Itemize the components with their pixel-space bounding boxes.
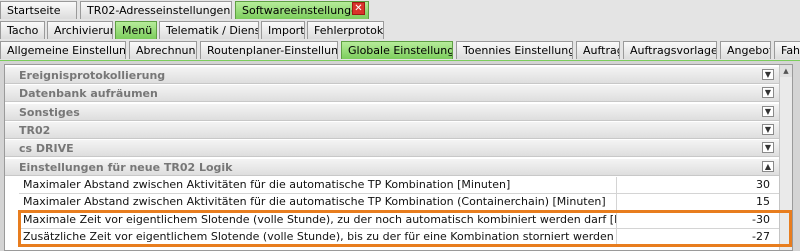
tab-softwareeinstellungen-label: Softwareeinstellungen [242,4,365,17]
chevron-up-icon[interactable]: ▲ [762,161,774,172]
property-grid: Ereignisprotokollierung ▼ Datenbank aufr… [4,64,793,251]
tab-archivierung[interactable]: Archivierung [47,21,113,39]
tab-telematik-dienste[interactable]: Telematik / Dienste [159,21,259,39]
section-label: Ereignisprotokollierung [19,69,166,82]
section-tr02[interactable]: TR02 ▼ [5,122,780,139]
property-label: Maximale Zeit vor eigentlichem Slotende … [19,212,617,228]
property-row[interactable]: Maximale Zeit vor eigentlichem Slotende … [19,212,780,229]
tab-menue[interactable]: Menü [115,21,157,39]
software-settings-tab-bar: Tacho Archivierung Menü Telematik / Dien… [0,20,800,41]
tab-softwareeinstellungen[interactable]: Softwareeinstellungen [235,1,369,19]
property-row[interactable]: Maximaler Abstand zwischen Aktivitäten f… [19,194,780,211]
tab-import[interactable]: Import [261,21,305,39]
property-value[interactable]: -27 [617,229,776,245]
section-label: Sonstiges [19,106,80,119]
section-ereignisprotokollierung[interactable]: Ereignisprotokollierung ▼ [5,67,780,84]
scroll-up-icon[interactable]: ▲ [780,65,792,77]
tab-fehlerprotokoll[interactable]: Fehlerprotokoll [307,21,384,39]
chevron-down-icon[interactable]: ▼ [762,106,774,117]
main-tab-bar: Startseite TR02-Adresseinstellungen Soft… [0,0,800,21]
section-label: Datenbank aufräumen [19,87,158,100]
tab-auftragsvorlagen[interactable]: Auftragsvorlagen [623,41,717,59]
section-datenbank-aufraeumen[interactable]: Datenbank aufräumen ▼ [5,85,780,102]
property-value[interactable]: 15 [617,194,776,210]
tab-tr02-adresseinstellungen[interactable]: TR02-Adresseinstellungen [80,1,232,19]
property-label: Maximaler Abstand zwischen Aktivitäten f… [19,194,617,210]
chevron-down-icon[interactable]: ▼ [762,87,774,98]
section-einstellungen-neue-tr02-logik[interactable]: Einstellungen für neue TR02 Logik ▲ [5,159,780,176]
chevron-down-icon[interactable]: ▼ [762,69,774,80]
tab-globale-einstellungen[interactable]: Globale Einstellungen [341,41,453,59]
section-cs-drive[interactable]: cs DRIVE ▼ [5,140,780,157]
tab-routenplaner-einstellungen[interactable]: Routenplaner-Einstellungen [200,41,338,59]
chevron-down-icon[interactable]: ▼ [762,124,774,135]
property-row[interactable]: Zusätzliche Zeit vor eigentlichem Sloten… [19,229,780,246]
property-row[interactable]: Maximaler Abstand zwischen Aktivitäten f… [19,177,780,194]
section-label: TR02 [19,124,51,137]
tab-fahrzeuge-partial[interactable]: Fah [774,41,800,59]
close-icon[interactable]: ✕ [352,2,365,15]
vertical-scrollbar[interactable]: ▲ [779,65,792,250]
tab-auftrag[interactable]: Auftrag [576,41,620,59]
tab-abrechnung[interactable]: Abrechnung [129,41,197,59]
section-label: cs DRIVE [19,142,74,155]
tab-angebote[interactable]: Angebote [720,41,771,59]
tab-toennies-einstellungen[interactable]: Toennies Einstellungen [456,41,573,59]
property-label: Maximaler Abstand zwischen Aktivitäten f… [19,177,617,193]
section-sonstiges[interactable]: Sonstiges ▼ [5,104,780,121]
property-value[interactable]: -30 [617,212,776,228]
chevron-down-icon[interactable]: ▼ [762,142,774,153]
property-label: Zusätzliche Zeit vor eigentlichem Sloten… [19,229,617,245]
tab-allgemeine-einstellungen[interactable]: Allgemeine Einstellungen [0,41,126,59]
tab-tacho[interactable]: Tacho [0,21,45,39]
menu-settings-tab-bar: Allgemeine Einstellungen Abrechnung Rout… [0,40,800,61]
property-value[interactable]: 30 [617,177,776,193]
section-label: Einstellungen für neue TR02 Logik [19,161,233,174]
tab-startseite[interactable]: Startseite [0,1,77,19]
